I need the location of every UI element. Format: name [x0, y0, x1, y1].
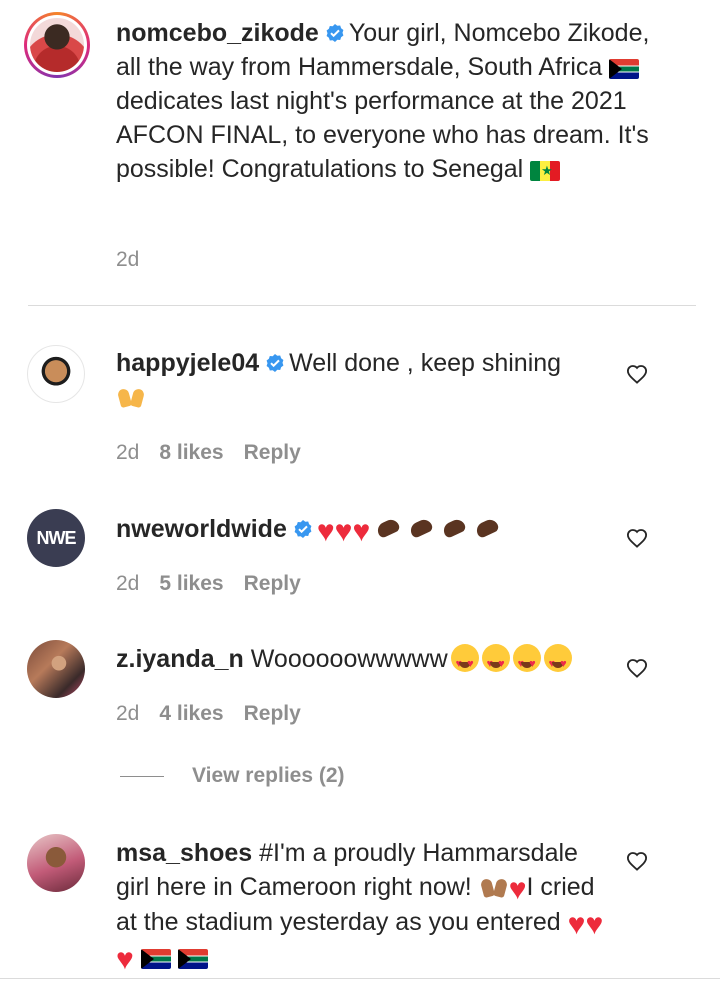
- timestamp: 2d: [116, 572, 140, 595]
- avatar-image: [30, 18, 84, 72]
- heart-eyes-face-icon: [481, 644, 510, 681]
- post-author-avatar[interactable]: [24, 12, 90, 78]
- senegal-flag-icon: [530, 161, 561, 181]
- clapping-hands-icon: [373, 515, 403, 541]
- view-replies-button[interactable]: View replies (2): [120, 764, 345, 788]
- clapping-hands-icon: [472, 515, 502, 541]
- comment-nweworldwide: nweworldwide ♥♥♥: [116, 512, 616, 547]
- verified-badge-icon: [266, 354, 284, 372]
- comment-username[interactable]: happyjele04: [116, 349, 259, 377]
- reply-button[interactable]: Reply: [244, 702, 301, 725]
- like-heart-icon[interactable]: [626, 364, 648, 384]
- heart-eyes-face-icon: [450, 644, 479, 681]
- avatar-msa-shoes[interactable]: [27, 834, 85, 892]
- comment-username[interactable]: z.iyanda_n: [116, 645, 244, 673]
- divider: [0, 978, 720, 979]
- likes-count[interactable]: 4 likes: [159, 702, 223, 725]
- heart-eyes-face-icon: [543, 644, 572, 681]
- verified-badge-icon: [294, 520, 312, 538]
- divider: [28, 305, 696, 306]
- likes-count[interactable]: 8 likes: [159, 441, 223, 464]
- red-heart-icon: ♥: [316, 515, 335, 548]
- comment-msa-shoes: msa_shoes #I'm a proudly Hammarsdale gir…: [116, 836, 606, 975]
- like-heart-icon[interactable]: [626, 851, 648, 871]
- comment-body: Well done , keep shining: [289, 349, 562, 377]
- south-africa-flag-icon: [140, 949, 171, 969]
- reply-button[interactable]: Reply: [244, 572, 301, 595]
- avatar-nweworldwide[interactable]: NWE: [27, 509, 85, 567]
- replies-line: [120, 775, 164, 777]
- comment-meta: 2d 5 likes Reply: [116, 572, 321, 596]
- south-africa-flag-icon: [609, 59, 640, 79]
- comment-z-iyanda-n: z.iyanda_n Woooooowwwww: [116, 642, 616, 681]
- post-caption-meta: 2d: [116, 248, 159, 272]
- raising-hands-icon: [116, 383, 146, 409]
- avatar-z-iyanda-n[interactable]: [27, 640, 85, 698]
- reply-button[interactable]: Reply: [244, 441, 301, 464]
- red-heart-icon: ♥: [567, 908, 586, 941]
- avatar-happyjele04[interactable]: [27, 345, 85, 403]
- like-heart-icon[interactable]: [626, 528, 648, 548]
- red-heart-icon: ♥: [352, 515, 371, 548]
- caption-text-part-2: dedicates last night's performance at th…: [116, 87, 649, 183]
- clapping-hands-icon: [439, 515, 469, 541]
- avatar-logo-text: NWE: [36, 527, 77, 548]
- comment-meta: 2d 4 likes Reply: [116, 702, 321, 726]
- red-heart-icon: ♥: [334, 515, 353, 548]
- red-heart-icon: ♥: [116, 943, 134, 976]
- raising-hands-icon: [479, 873, 509, 899]
- timestamp: 2d: [116, 441, 140, 464]
- comment-username[interactable]: msa_shoes: [116, 839, 252, 867]
- like-heart-icon[interactable]: [626, 658, 648, 678]
- comment-meta: 2d 8 likes Reply: [116, 441, 321, 465]
- red-heart-icon: ♥: [585, 908, 604, 941]
- timestamp: 2d: [116, 248, 140, 271]
- heart-eyes-face-icon: [512, 644, 541, 681]
- post-author-username[interactable]: nomcebo_zikode: [116, 19, 319, 47]
- view-replies-label: View replies (2): [192, 764, 345, 787]
- comment-username[interactable]: nweworldwide: [116, 515, 287, 543]
- likes-count[interactable]: 5 likes: [159, 572, 223, 595]
- post-caption: nomcebo_zikode Your girl, Nomcebo Zikode,…: [116, 16, 676, 186]
- comment-body: Woooooowwwww: [250, 645, 448, 673]
- red-heart-icon: ♥: [508, 873, 527, 906]
- comment-happyjele04: happyjele04 Well done , keep shining: [116, 346, 606, 414]
- timestamp: 2d: [116, 702, 140, 725]
- south-africa-flag-icon: [177, 949, 208, 969]
- clapping-hands-icon: [406, 515, 436, 541]
- verified-badge-icon: [326, 24, 344, 42]
